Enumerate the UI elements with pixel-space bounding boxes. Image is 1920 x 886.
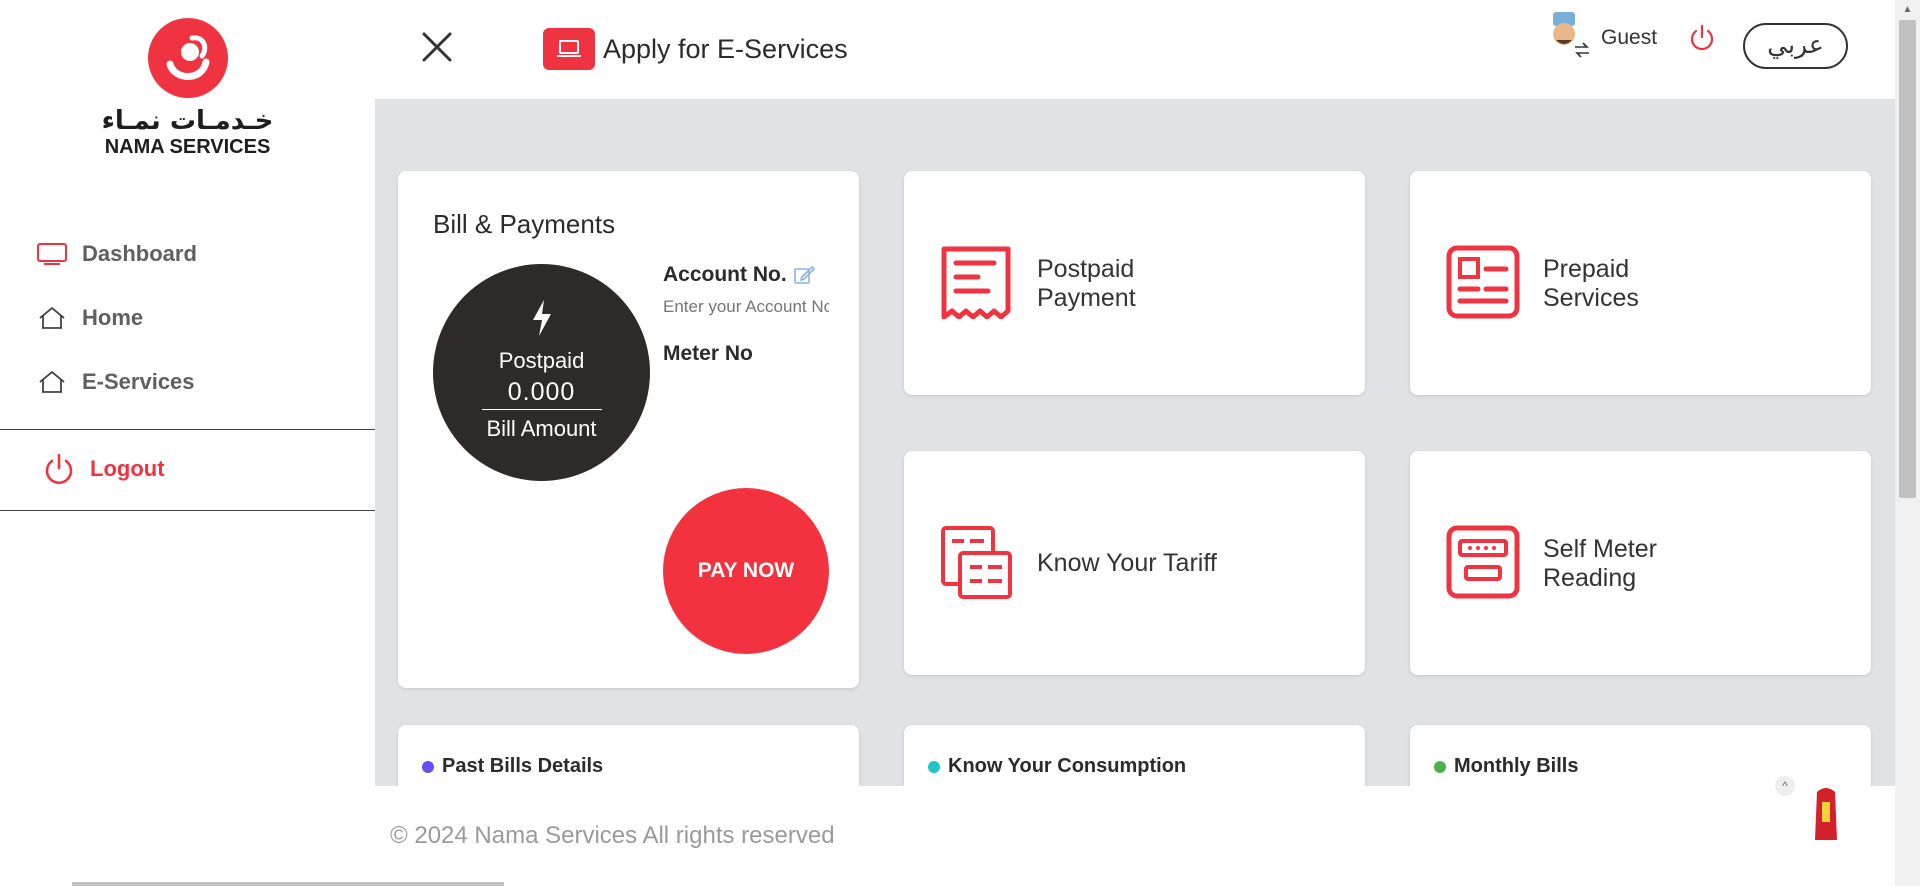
sidebar-divider <box>0 429 375 430</box>
sidebar: خـدمـات نمـاء NAMA SERVICES Dashboard Ho… <box>0 0 375 886</box>
service-label-line2: Payment <box>1037 284 1136 312</box>
page-title-text: Apply for E-Services <box>603 33 848 64</box>
status-dot <box>928 761 940 773</box>
receipt-icon <box>940 245 1014 320</box>
bill-amount-value: 0.000 <box>481 378 602 410</box>
brand-name-english: NAMA SERVICES <box>104 136 271 158</box>
brand-logo[interactable]: خـدمـات نمـاء NAMA SERVICES <box>100 18 275 158</box>
service-label-line1: Self Meter <box>1543 535 1657 563</box>
sidebar-item-e-services[interactable]: E-Services <box>36 350 197 414</box>
meter-icon <box>1446 525 1520 599</box>
card-title: Bill & Payments <box>433 209 616 239</box>
logout-label: Logout <box>90 456 165 481</box>
power-icon[interactable] <box>1688 24 1716 52</box>
service-label-line2: Reading <box>1543 564 1637 592</box>
edit-icon[interactable] <box>793 264 815 286</box>
documents-icon <box>940 525 1014 599</box>
bill-amount-circle: Postpaid 0.000 Bill Amount <box>433 264 650 481</box>
power-icon <box>42 452 76 486</box>
status-dot <box>1434 761 1446 773</box>
panel-title: Monthly Bills <box>1454 755 1579 777</box>
chat-assistant-icon[interactable] <box>1811 786 1841 842</box>
lightning-icon <box>433 298 650 338</box>
sidebar-item-dashboard[interactable]: Dashboard <box>36 222 197 286</box>
footer: © 2024 Nama Services All rights reserved… <box>375 776 1895 886</box>
panel-title: Know Your Consumption <box>948 755 1187 777</box>
bill-type: Postpaid <box>498 348 585 373</box>
scroll-up-arrow-icon[interactable]: ▲ <box>1895 0 1920 20</box>
horizontal-scrollbar-thumb[interactable] <box>72 882 504 886</box>
service-label-line1: Prepaid <box>1543 255 1630 283</box>
service-label: Postpaid Payment <box>1037 255 1237 313</box>
scroll-to-top-icon[interactable]: ^ <box>1775 776 1795 796</box>
monitor-icon <box>36 240 68 268</box>
account-number-input[interactable] <box>663 297 829 317</box>
sidebar-item-label: Home <box>82 305 144 330</box>
swap-icon <box>1575 42 1589 58</box>
service-label-line1: Postpaid <box>1037 255 1135 283</box>
panel-title: Past Bills Details <box>442 755 604 777</box>
language-toggle-button[interactable]: عربي <box>1743 23 1848 69</box>
main-content: Bill & Payments Postpaid 0.000 Bill Amou… <box>375 99 1895 805</box>
service-label-line2: Services <box>1543 284 1639 312</box>
laptop-icon <box>543 28 595 70</box>
service-label: Know Your Tariff <box>1037 549 1217 577</box>
page-title: Apply for E-Services <box>543 28 848 70</box>
service-label: Self Meter Reading <box>1543 535 1743 593</box>
sidebar-divider <box>0 510 375 511</box>
sidebar-item-home[interactable]: Home <box>36 286 197 350</box>
service-card-self-meter-reading[interactable]: Self Meter Reading <box>1410 451 1871 675</box>
bill-amount-label: Bill Amount <box>486 416 597 441</box>
service-card-postpaid-payment[interactable]: Postpaid Payment <box>904 171 1365 395</box>
scrollbar-thumb[interactable] <box>1899 20 1916 498</box>
account-number-label: Account No. <box>663 263 815 287</box>
status-dot <box>422 761 434 773</box>
logout-button[interactable]: Logout <box>42 452 165 486</box>
id-card-icon <box>1446 245 1520 319</box>
account-label-text: Account No. <box>663 263 787 286</box>
logo-mark-icon <box>147 18 228 98</box>
meter-number-label: Meter No <box>663 342 753 365</box>
home-icon <box>36 304 68 332</box>
user-name: Guest <box>1601 26 1658 49</box>
close-icon[interactable] <box>420 30 454 64</box>
service-card-know-your-tariff[interactable]: Know Your Tariff <box>904 451 1365 675</box>
copyright-text: © 2024 Nama Services All rights reserved <box>390 822 835 849</box>
service-card-prepaid-services[interactable]: Prepaid Services <box>1410 171 1871 395</box>
home-icon <box>36 368 68 396</box>
bill-payments-card: Bill & Payments Postpaid 0.000 Bill Amou… <box>398 171 859 688</box>
pay-now-button[interactable]: PAY NOW <box>663 488 829 654</box>
service-label: Prepaid Services <box>1543 255 1743 313</box>
sidebar-item-label: Dashboard <box>82 241 197 266</box>
sidebar-nav: Dashboard Home E-Services <box>36 222 197 414</box>
user-menu[interactable]: Guest <box>1547 12 1657 60</box>
sidebar-item-label: E-Services <box>82 369 195 394</box>
brand-name-arabic: خـدمـات نمـاء <box>101 106 274 136</box>
vertical-scrollbar[interactable]: ▲ <box>1895 0 1920 886</box>
top-header: Apply for E-Services Guest عربي <box>375 0 1895 99</box>
